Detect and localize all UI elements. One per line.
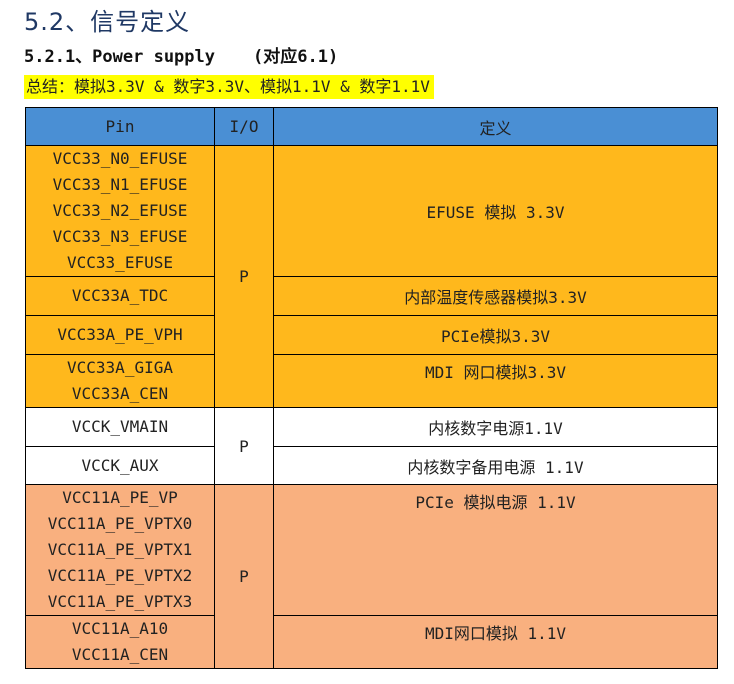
table-header-row: Pin I/O 定义 bbox=[25, 107, 718, 146]
pin-cell: VCC33A_PE_VPH bbox=[25, 315, 215, 355]
subsection-note: (对应6.1) bbox=[253, 47, 339, 67]
definition-cell: PCIe模拟3.3V bbox=[273, 315, 718, 355]
pin-name: VCCK_VMAIN bbox=[71, 417, 169, 436]
pin-name: VCC11A_PE_VP bbox=[62, 488, 178, 507]
definition-cell: 内部温度传感器模拟3.3V bbox=[273, 276, 718, 316]
pin-name: VCC11A_A10 bbox=[71, 619, 169, 638]
subsection-title: 5.2.1、Power supply bbox=[24, 47, 215, 67]
pin-name: VCC33A_GIGA bbox=[67, 358, 173, 377]
pin-name: VCC11A_PE_VPTX3 bbox=[47, 592, 193, 611]
header-io: I/O bbox=[214, 107, 274, 146]
pin-cell: VCC11A_A10 VCC11A_CEN bbox=[25, 615, 215, 669]
table-row: VCC33A_PE_VPH PCIe模拟3.3V bbox=[25, 315, 718, 355]
table-row: VCC33A_TDC 内部温度传感器模拟3.3V bbox=[25, 276, 718, 316]
section-heading: 5.2、信号定义 bbox=[24, 8, 191, 36]
table-row: VCC11A_A10 VCC11A_CEN MDI网口模拟 1.1V bbox=[25, 615, 718, 669]
pin-name: VCC33A_TDC bbox=[71, 286, 169, 305]
pin-cell: VCC33_N0_EFUSE VCC33_N1_EFUSE VCC33_N2_E… bbox=[25, 145, 215, 277]
pin-name: VCC33_N2_EFUSE bbox=[52, 201, 188, 220]
definition-cell: 内核数字电源1.1V bbox=[273, 407, 718, 447]
definition-cell: MDI 网口模拟3.3V bbox=[273, 354, 718, 408]
pin-name: VCCK_AUX bbox=[81, 455, 159, 475]
pin-name: VCC11A_PE_VPTX0 bbox=[47, 514, 193, 533]
table-row: VCCK_VMAIN P 内核数字电源1.1V bbox=[25, 407, 718, 485]
pin-name: VCC33_N3_EFUSE bbox=[52, 227, 188, 246]
header-definition: 定义 bbox=[273, 107, 718, 146]
io-cell: P bbox=[214, 484, 274, 669]
pin-cell: VCCK_AUX bbox=[25, 446, 215, 485]
table-row: VCC33A_GIGA VCC33A_CEN MDI 网口模拟3.3V bbox=[25, 354, 718, 408]
io-cell: P bbox=[214, 407, 274, 485]
pin-name: VCC11A_CEN bbox=[71, 645, 169, 664]
pin-cell: VCC33A_GIGA VCC33A_CEN bbox=[25, 354, 215, 408]
io-cell: P bbox=[214, 145, 274, 408]
table-row: VCC11A_PE_VP VCC11A_PE_VPTX0 VCC11A_PE_V… bbox=[25, 484, 718, 669]
definition-cell: 内核数字备用电源 1.1V bbox=[273, 446, 718, 485]
subsection-heading: 5.2.1、Power supply (对应6.1) bbox=[24, 42, 338, 67]
definition-cell: EFUSE 模拟 3.3V bbox=[273, 145, 718, 277]
definition-cell: PCIe 模拟电源 1.1V bbox=[273, 484, 718, 616]
signal-definition-table: Pin I/O 定义 VCC33_N0_EFUSE VCC33_N1_EFUSE… bbox=[25, 107, 718, 669]
table-row: VCCK_AUX 内核数字备用电源 1.1V bbox=[25, 446, 718, 485]
summary-highlight: 总结：模拟3.3V & 数字3.3V、模拟1.1V & 数字1.1V bbox=[24, 75, 434, 99]
pin-cell: VCC11A_PE_VP VCC11A_PE_VPTX0 VCC11A_PE_V… bbox=[25, 484, 215, 616]
pin-name: VCC11A_PE_VPTX1 bbox=[47, 540, 193, 559]
pin-name: VCC33_N0_EFUSE bbox=[52, 149, 188, 168]
table-row: VCC33_N0_EFUSE VCC33_N1_EFUSE VCC33_N2_E… bbox=[25, 145, 718, 408]
definition-cell: MDI网口模拟 1.1V bbox=[273, 615, 718, 669]
pin-name: VCC11A_PE_VPTX2 bbox=[47, 566, 193, 585]
pin-cell: VCC33A_TDC bbox=[25, 276, 215, 316]
pin-cell: VCCK_VMAIN bbox=[25, 407, 215, 447]
pin-name: VCC33A_PE_VPH bbox=[57, 325, 183, 344]
pin-name: VCC33_EFUSE bbox=[67, 253, 173, 272]
pin-name: VCC33A_CEN bbox=[71, 384, 169, 403]
header-pin: Pin bbox=[25, 107, 215, 146]
pin-name: VCC33_N1_EFUSE bbox=[52, 175, 188, 194]
